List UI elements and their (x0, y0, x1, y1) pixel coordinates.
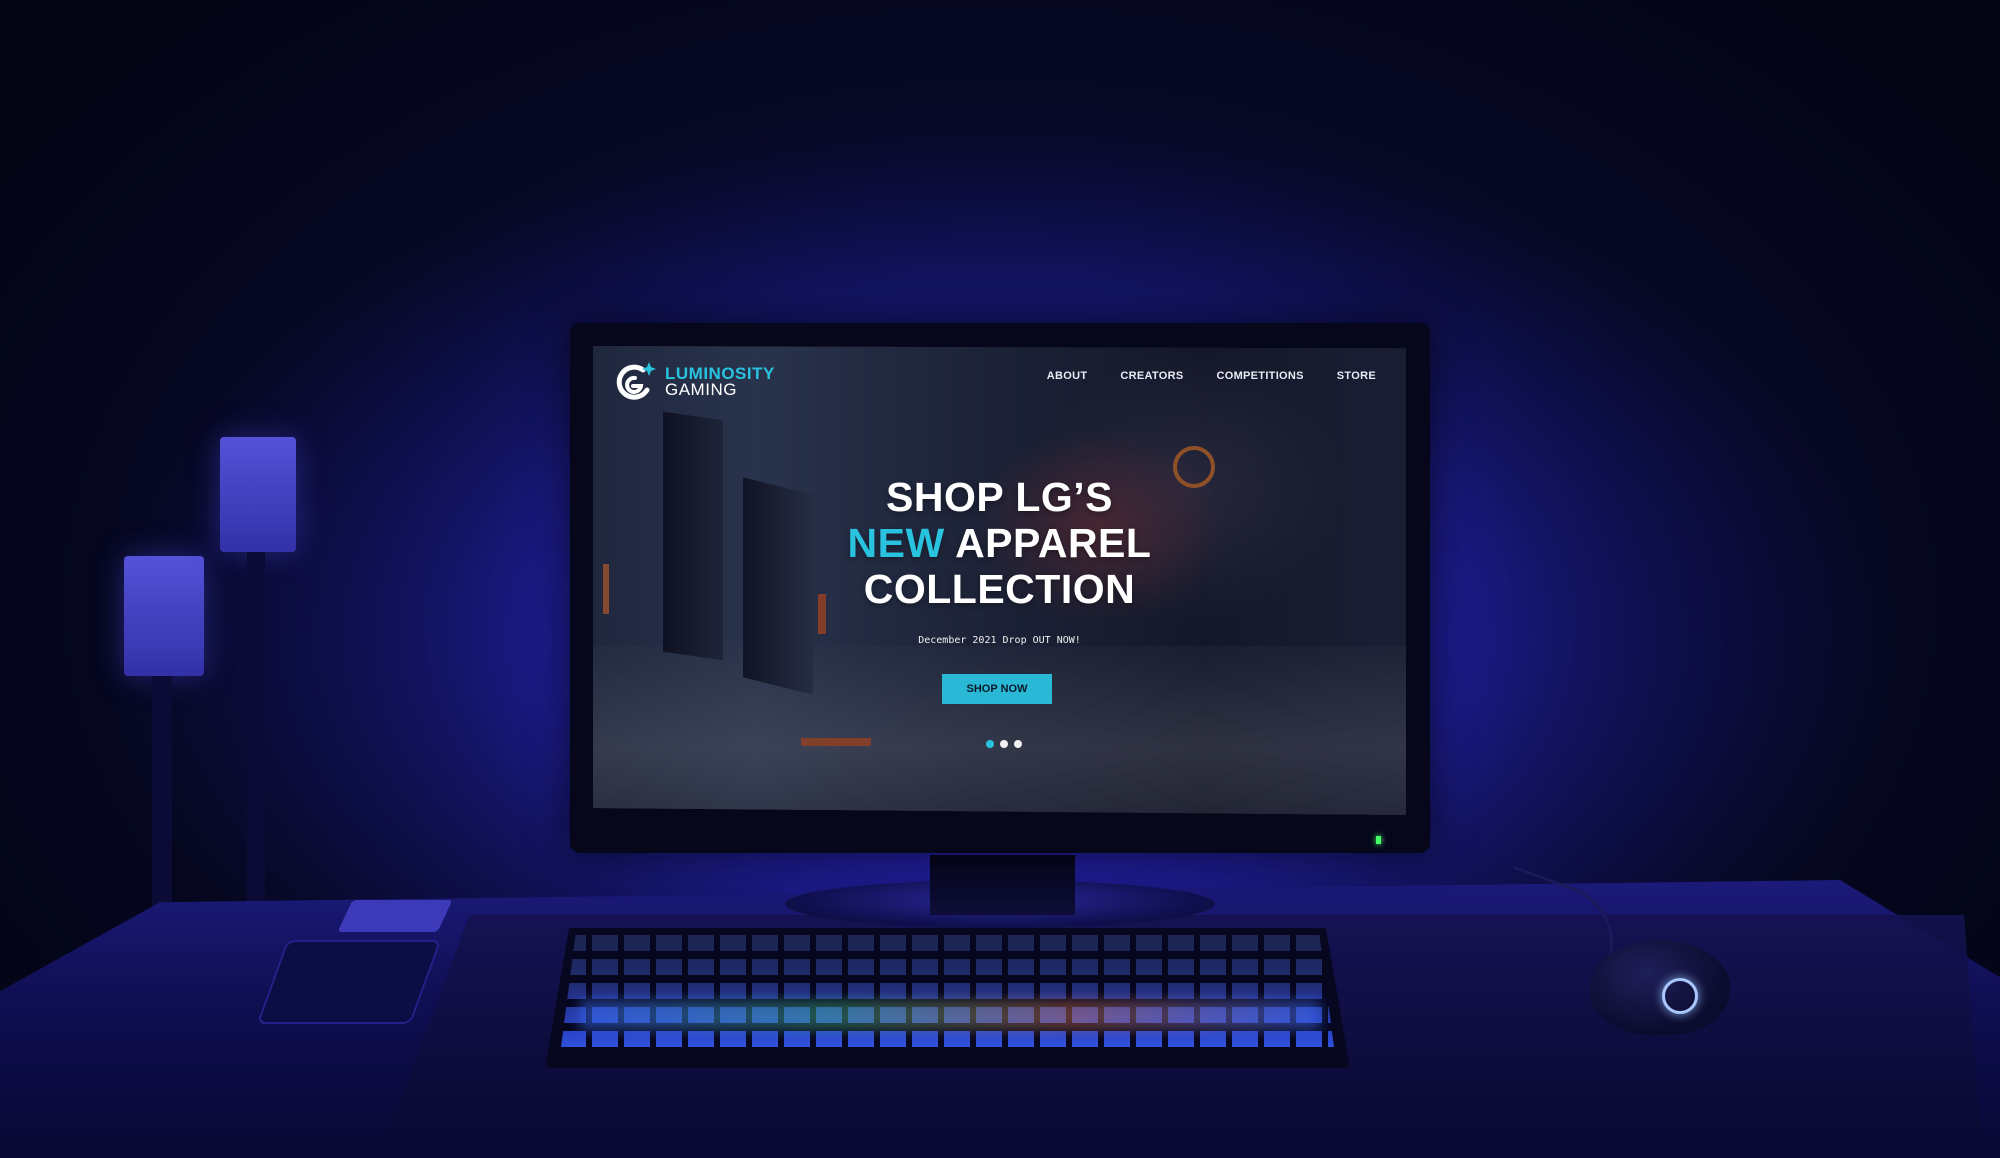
keyboard-rgb-glow (580, 1000, 1320, 1030)
phone (256, 940, 442, 1024)
hero-title-line-1: SHOP LG’S (885, 474, 1114, 520)
nav-item-about[interactable]: ABOUT (1047, 370, 1088, 382)
site-logo[interactable]: LUMINOSITY GAMING (613, 360, 775, 404)
lamp-pole-right (247, 552, 265, 912)
mouse-logo-icon (1662, 978, 1698, 1014)
lg-logo-icon (613, 360, 659, 404)
desk-gadget (337, 900, 453, 932)
hero-title-line-2: NEW APPAREL (593, 520, 1406, 566)
photo-scene: LUMINOSITY GAMING ABOUT CREATORS COMPETI… (0, 0, 2000, 1158)
hero-subtitle: December 2021 Drop OUT NOW! (918, 635, 1081, 646)
site-nav: ABOUT CREATORS COMPETITIONS STORE (1047, 370, 1376, 382)
carousel-dot-1[interactable] (986, 740, 994, 748)
logo-line-2: GAMING (665, 380, 737, 399)
lamp-head-right (220, 437, 296, 552)
hero-title-line-2-rest: APPAREL (944, 520, 1152, 566)
carousel-dot-2[interactable] (1000, 740, 1008, 748)
shop-now-button[interactable]: SHOP NOW (942, 674, 1052, 704)
carousel-dot-3[interactable] (1014, 740, 1022, 748)
power-led-icon (1376, 836, 1381, 844)
carousel-dots (986, 740, 1022, 748)
lamp-head-left (124, 556, 204, 676)
hero-title: SHOP LG’S NEW APPAREL COLLECTION (593, 474, 1406, 612)
nav-item-creators[interactable]: CREATORS (1120, 370, 1183, 382)
logo-text: LUMINOSITY GAMING (665, 365, 775, 399)
nav-item-competitions[interactable]: COMPETITIONS (1216, 370, 1303, 382)
monitor-stand-neck (930, 855, 1075, 915)
hero-title-line-3: COLLECTION (863, 566, 1136, 612)
hero-title-accent: NEW (847, 520, 945, 566)
keyboard-keys (560, 935, 1335, 1055)
mouse (1590, 940, 1730, 1035)
monitor-screen: LUMINOSITY GAMING ABOUT CREATORS COMPETI… (593, 346, 1406, 815)
nav-item-store[interactable]: STORE (1337, 370, 1376, 382)
